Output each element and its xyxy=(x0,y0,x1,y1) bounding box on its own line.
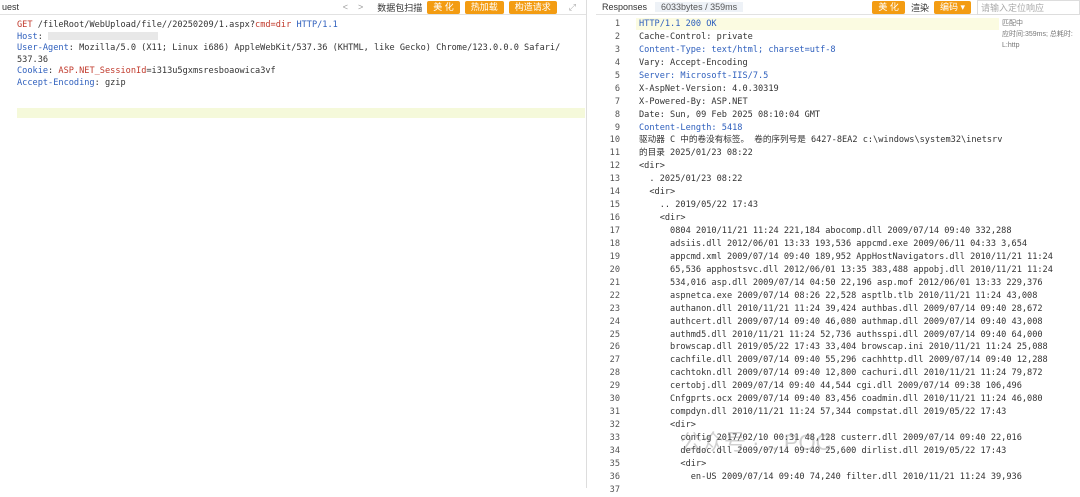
redacted-host xyxy=(48,32,159,41)
response-line: aspnetca.exe 2009/07/14 08:26 22,528 asp… xyxy=(639,290,1038,301)
line-number: 20 xyxy=(609,264,620,275)
response-line: authmd5.dll 2010/11/21 11:24 52,736 auth… xyxy=(639,329,1043,340)
response-line: . 2025/01/23 08:22 xyxy=(639,174,743,185)
line-number: 30 xyxy=(609,394,620,405)
host-header: Host: xyxy=(17,32,586,44)
line-number: 18 xyxy=(609,238,620,249)
line-number: 6 xyxy=(614,83,620,94)
line-number: 2 xyxy=(614,31,620,42)
response-line: Date: Sun, 09 Feb 2025 08:10:04 GMT xyxy=(639,109,821,120)
response-line: <dir> xyxy=(639,161,665,172)
response-line: 65,536 apphostsvc.dll 2012/06/01 13:35 3… xyxy=(639,264,1053,275)
response-line: <dir> xyxy=(639,213,686,224)
line-number: 37 xyxy=(609,484,620,495)
response-line: authcert.dll 2009/07/14 09:40 46,080 aut… xyxy=(639,316,1043,327)
line-number: 17 xyxy=(609,226,620,236)
line-number: 9 xyxy=(614,122,620,133)
line-number: 16 xyxy=(609,213,620,224)
response-line: X-Powered-By: ASP.NET xyxy=(639,96,748,107)
request-title: uest xyxy=(2,2,20,12)
response-line: 的目录 2025/01/23 08:22 xyxy=(639,148,753,159)
nav-next-button[interactable]: > xyxy=(358,2,363,12)
response-line: Content-Length: 5418 xyxy=(639,122,743,133)
beautify-button[interactable]: 美 化 xyxy=(427,0,460,14)
nav-prev-button[interactable]: < xyxy=(343,2,348,12)
line-number: 35 xyxy=(609,458,620,469)
response-pane: Responses 6033bytes / 359ms 美 化 渲染 编码 ▾ … xyxy=(596,0,1080,495)
line-number: 5 xyxy=(614,70,620,81)
response-line: compdyn.dll 2010/11/21 11:24 57,344 comp… xyxy=(639,407,1007,418)
cookie-header: Cookie: ASP.NET_SessionId=i313u5gxmsresb… xyxy=(17,66,276,77)
line-number: 22 xyxy=(609,290,620,301)
tab-responses[interactable]: Responses xyxy=(602,2,647,12)
line-number: 26 xyxy=(609,342,620,353)
response-line: <dir> xyxy=(639,458,707,469)
line-number: 24 xyxy=(609,316,620,327)
expand-icon[interactable]: ⤢ xyxy=(569,2,576,13)
line-number: 27 xyxy=(609,355,620,366)
line-number: 34 xyxy=(609,445,620,456)
response-line: cachtokn.dll 2009/07/14 09:40 12,800 cac… xyxy=(639,368,1043,379)
response-toolbar: Responses 6033bytes / 359ms 美 化 渲染 编码 ▾ … xyxy=(596,0,1080,15)
encoding-header: Accept-Encoding: gzip xyxy=(17,77,126,88)
request-toolbar: uest < > 数据包扫描 美 化 热加载 构造请求 ⤢ xyxy=(0,0,586,15)
cursor-line-highlight xyxy=(17,108,585,118)
response-line: Vary: Accept-Encoding xyxy=(639,57,748,68)
response-line: certobj.dll 2009/07/14 09:40 44,544 cgi.… xyxy=(639,381,1022,392)
line-number: 4 xyxy=(614,57,620,68)
response-line: 驱动器 C 中的卷没有标签。 卷的序列号是 6427-8EA2 c:\windo… xyxy=(639,135,1003,146)
beautify-response-button[interactable]: 美 化 xyxy=(872,0,905,14)
response-line: X-AspNet-Version: 4.0.30319 xyxy=(639,83,779,94)
line-number: 3 xyxy=(614,44,620,55)
construct-request-button[interactable]: 构造请求 xyxy=(508,0,557,14)
response-line: cachfile.dll 2009/07/14 09:40 55,296 cac… xyxy=(639,355,1048,366)
response-line: authanon.dll 2010/11/21 11:24 39,424 aut… xyxy=(639,303,1043,314)
line-number: 33 xyxy=(609,433,620,443)
response-line: Server: Microsoft-IIS/7.5 xyxy=(639,70,769,81)
line-number: 14 xyxy=(609,187,620,198)
line-numbers: 1 2 3 4 5 6 7 8 9 10 11 12 13 14 15 16 17 18 19 20 21 22 23 24 2… xyxy=(596,18,620,497)
line-number: 31 xyxy=(609,407,620,418)
side-info: 匹配中 应时间:359ms; 总耗时: L:http xyxy=(999,18,1073,51)
response-body[interactable]: HTTP/1.1 200 OK Cache-Control: private Con… xyxy=(639,18,1079,484)
line-number: 1 xyxy=(614,19,620,29)
response-line: <dir> xyxy=(639,187,676,198)
watermark: 公众号 · ...POC xyxy=(680,430,832,455)
hot-load-button[interactable]: 热加载 xyxy=(464,0,504,14)
line-number: 13 xyxy=(609,174,620,185)
response-line: Cnfgprts.ocx 2009/07/14 09:40 83,456 coa… xyxy=(639,394,1043,405)
request-line: GET /fileRoot/WebUpload/file//20250209/1… xyxy=(17,20,338,30)
line-number: 32 xyxy=(609,420,620,431)
line-number: 36 xyxy=(609,471,620,482)
response-line: .. 2019/05/22 17:43 xyxy=(639,200,758,211)
line-number: 19 xyxy=(609,251,620,262)
search-input[interactable]: 请输入定位响应 xyxy=(977,0,1080,15)
render-button[interactable]: 渲染 xyxy=(911,1,929,14)
line-number: 15 xyxy=(609,200,620,211)
packet-scan-button[interactable]: 数据包扫描 xyxy=(377,1,422,14)
user-agent-header: User-Agent: Mozilla/5.0 (X11; Linux i686… xyxy=(17,43,561,54)
request-pane: uest < > 数据包扫描 美 化 热加载 构造请求 ⤢ GET /fileR… xyxy=(0,0,587,488)
response-line: appcmd.xml 2009/07/14 09:40 189,952 AppH… xyxy=(639,251,1053,262)
request-body[interactable]: GET /fileRoot/WebUpload/file//20250209/1… xyxy=(0,15,586,90)
response-line: 534,016 asp.dll 2009/07/14 04:50 22,196 … xyxy=(639,277,1043,288)
response-line: adsiis.dll 2012/06/01 13:33 193,536 appc… xyxy=(639,238,1028,249)
line-number: 21 xyxy=(609,277,620,288)
response-line: browscap.dll 2019/05/22 17:43 33,404 bro… xyxy=(639,342,1048,353)
line-number: 28 xyxy=(609,368,620,379)
response-line: 0804 2010/11/21 11:24 221,184 abocomp.dl… xyxy=(639,226,1012,236)
line-number: 11 xyxy=(609,148,620,159)
line-number: 10 xyxy=(609,135,620,146)
line-number: 8 xyxy=(614,109,620,120)
line-number: 12 xyxy=(609,161,620,172)
line-number: 23 xyxy=(609,303,620,314)
line-number: 25 xyxy=(609,329,620,340)
response-size: 6033bytes / 359ms xyxy=(655,2,744,12)
line-number: 29 xyxy=(609,381,620,392)
user-agent-cont: 537.36 xyxy=(17,54,49,65)
line-number: 7 xyxy=(614,96,620,107)
response-line: en-US 2009/07/14 09:40 74,240 filter.dll… xyxy=(639,471,1022,482)
encode-button[interactable]: 编码 ▾ xyxy=(933,0,971,14)
